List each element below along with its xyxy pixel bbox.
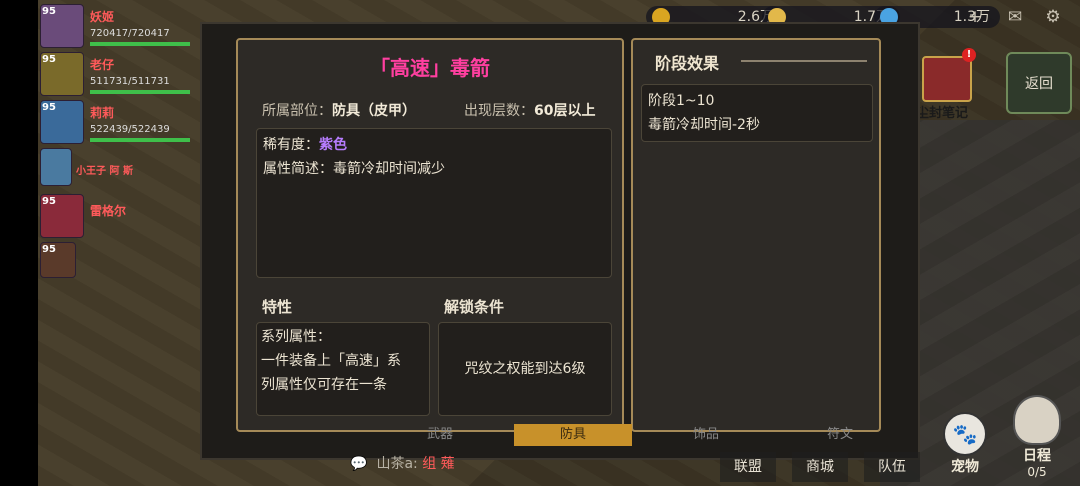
unlock-heading: 解锁条件: [444, 298, 505, 316]
team-member-2[interactable]: 95 老仔 511731/511731: [40, 52, 190, 98]
member-name: 雷格尔: [90, 204, 127, 218]
member-hp-bar: [90, 138, 190, 142]
schedule-avatar-icon: [1013, 395, 1061, 445]
trait-text: 系列属性： 一件装备上「高速」系 列属性仅可存在一条: [261, 325, 401, 397]
add-icon[interactable]: +: [964, 8, 986, 26]
floor-row: 出现层数：60层以上: [464, 100, 595, 120]
team-member-6[interactable]: 95: [40, 242, 190, 288]
notebook-alert-badge: !: [962, 48, 976, 62]
notebook-icon[interactable]: [922, 56, 972, 102]
pet-button[interactable]: 🐾 宠物: [936, 412, 994, 482]
settings-icon[interactable]: ⚙: [1042, 8, 1064, 26]
trait-heading: 特性: [262, 298, 293, 316]
item-detail-panel: 「高速」毒箭 所属部位：防具（皮甲） 出现层数：60层以上 稀有度：紫色 属性简…: [236, 38, 624, 432]
member-hp: 720417/720417: [90, 28, 170, 39]
tab-weapon[interactable]: 武器: [410, 424, 470, 446]
member-level: 95: [42, 102, 56, 113]
mail-icon[interactable]: ✉: [1004, 8, 1026, 26]
member-name: 莉莉: [90, 106, 115, 120]
floor-value: 60层以上: [534, 103, 596, 119]
member-level: 95: [42, 54, 56, 65]
description-row: 属性简述：毒箭冷却时间减少: [263, 157, 445, 181]
member-name: 老仔: [90, 58, 115, 72]
description-label: 属性简述：: [263, 161, 333, 177]
chat-sender: 山茶a:: [376, 456, 418, 472]
stage-card: 阶段1~10 毒箭冷却时间-2秒: [641, 84, 873, 142]
schedule-button[interactable]: 日程 0/5: [1008, 395, 1066, 485]
tab-accessory[interactable]: 饰品: [676, 424, 736, 446]
description-value: 毒箭冷却时间减少: [333, 161, 445, 177]
member-name: 妖姬: [90, 10, 115, 24]
hp-fill: [90, 138, 190, 142]
nav-team[interactable]: 队伍: [864, 452, 920, 482]
stage-effect-title: 阶段效果: [655, 54, 720, 73]
member-hp: 522439/522439: [90, 124, 170, 135]
tab-armor[interactable]: 防具: [514, 424, 632, 446]
hp-fill: [90, 90, 190, 94]
team-member-5[interactable]: 95 雷格尔: [40, 194, 190, 240]
member-level: 95: [42, 6, 56, 17]
title-divider: [741, 60, 867, 62]
member-level: 95: [42, 196, 56, 207]
trait-box: 系列属性： 一件装备上「高速」系 列属性仅可存在一条: [256, 322, 430, 416]
trait-line: 列属性仅可存在一条: [261, 377, 387, 393]
left-black-bar: [0, 0, 38, 486]
member-hp: 511731/511731: [90, 76, 170, 87]
rarity-value: 紫色: [319, 137, 347, 153]
rarity-row: 稀有度：紫色: [263, 133, 347, 157]
rarity-label: 稀有度：: [263, 137, 319, 153]
paw-icon: 🐾: [943, 412, 987, 456]
member-hp-bar: [90, 42, 190, 46]
chat-icon: 💬: [350, 456, 368, 472]
slot-value: 防具（皮甲）: [332, 103, 416, 119]
notebook-label: 尘封笔记: [916, 106, 969, 121]
member-hp-bar: [90, 90, 190, 94]
member-avatar: [40, 148, 72, 186]
unlock-box: 咒纹之权能到达6级: [438, 322, 612, 416]
team-member-3[interactable]: 95 莉莉 522439/522439: [40, 100, 190, 146]
item-attributes-box: 稀有度：紫色 属性简述：毒箭冷却时间减少: [256, 128, 612, 278]
member-name: 小王子 阿 斯: [76, 166, 133, 177]
pet-label: 宠物: [951, 459, 979, 475]
slot-label: 所属部位：: [262, 103, 332, 119]
team-member-4[interactable]: 小王子 阿 斯: [40, 148, 190, 194]
slot-row: 所属部位：防具（皮甲）: [262, 100, 416, 120]
team-member-1[interactable]: 95 妖姬 720417/720417: [40, 4, 190, 50]
hp-fill: [90, 42, 190, 46]
stage-effect: 毒箭冷却时间-2秒: [648, 117, 760, 133]
tab-rune[interactable]: 符文: [810, 424, 870, 446]
schedule-count: 0/5: [1027, 465, 1047, 479]
floor-label: 出现层数：: [464, 103, 534, 119]
unlock-text: 咒纹之权能到达6级: [464, 361, 586, 377]
nav-shop[interactable]: 商城: [792, 452, 848, 482]
trait-line: 一件装备上「高速」系: [261, 353, 401, 369]
item-title: 「高速」毒箭: [370, 56, 490, 80]
trait-line: 系列属性：: [261, 329, 331, 345]
back-button[interactable]: 返回: [1006, 52, 1072, 114]
chat-bar[interactable]: 💬 山茶a: 组 薙: [350, 452, 650, 476]
stage-effect-panel: 阶段效果 阶段1~10 毒箭冷却时间-2秒: [631, 38, 881, 432]
stage-range: 阶段1~10: [648, 93, 715, 109]
nav-alliance[interactable]: 联盟: [720, 452, 776, 482]
chat-message: 组 薙: [422, 456, 455, 472]
member-level: 95: [42, 244, 56, 255]
schedule-label: 日程: [1023, 448, 1051, 464]
